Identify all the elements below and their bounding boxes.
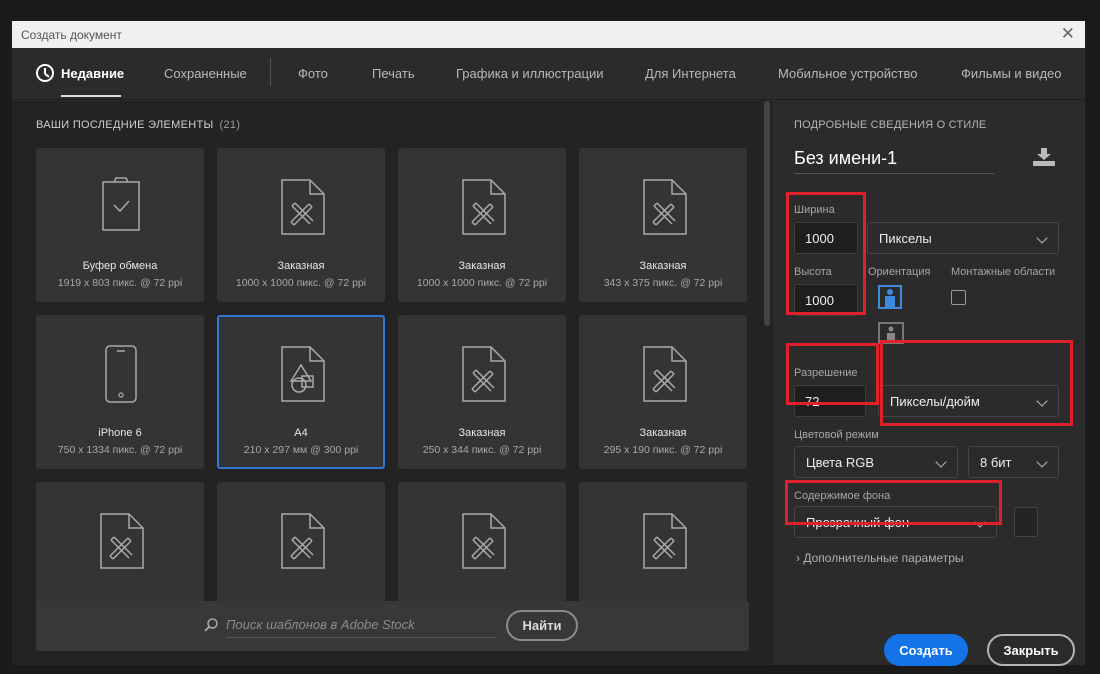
orientation-label: Ориентация	[868, 266, 931, 278]
preset-card-custom[interactable]: Заказная 1000 x 1000 пикс. @ 72 ppi	[398, 148, 566, 302]
clipboard-icon	[102, 177, 140, 231]
width-input[interactable]: 1000	[794, 222, 858, 254]
custom-doc-icon	[643, 179, 687, 235]
phone-icon	[105, 345, 137, 403]
width-label: Ширина	[794, 204, 835, 216]
unit-select[interactable]: Пикселы	[867, 222, 1059, 254]
find-button[interactable]: Найти	[506, 610, 578, 641]
color-mode-label: Цветовой режим	[794, 429, 879, 441]
chevron-right-icon: ›	[796, 551, 800, 565]
preset-card-custom[interactable]: Заказная 1000 x 1000 пикс. @ 72 ppi	[217, 148, 385, 302]
preset-meta: 250 x 344 пикс. @ 72 ppi	[422, 444, 542, 456]
resolution-label: Разрешение	[794, 367, 858, 379]
height-input[interactable]: 1000	[794, 284, 858, 316]
details-heading: ПОДРОБНЫЕ СВЕДЕНИЯ О СТИЛЕ	[794, 119, 987, 131]
chevron-down-icon	[974, 516, 986, 528]
title-bar: Создать документ ✕	[12, 21, 1085, 48]
tab-film-video[interactable]: Фильмы и видео	[961, 66, 1061, 81]
background-select[interactable]: Прозрачный фон	[794, 506, 997, 538]
resolution-input[interactable]: 72	[794, 385, 866, 417]
preset-tabs: Недавние Сохраненные Фото Печать Графика…	[12, 48, 1085, 100]
create-document-dialog: Создать документ ✕ Недавние Сохраненные …	[12, 21, 1085, 666]
chevron-down-icon	[935, 456, 947, 468]
custom-doc-icon	[281, 179, 325, 235]
custom-doc-icon	[643, 346, 687, 402]
chevron-down-icon	[1036, 456, 1048, 468]
preset-meta: 343 x 375 пикс. @ 72 ppi	[603, 277, 723, 289]
bit-depth-select[interactable]: 8 бит	[968, 446, 1059, 478]
tab-saved[interactable]: Сохраненные	[164, 66, 247, 81]
tab-mobile[interactable]: Мобильное устройство	[778, 66, 918, 81]
preset-meta: 1000 x 1000 пикс. @ 72 ppi	[235, 277, 367, 289]
preset-card-custom[interactable]: Заказная 295 x 190 пикс. @ 72 ppi	[579, 315, 747, 469]
preset-name: Буфер обмена	[82, 260, 158, 272]
preset-meta: 210 x 297 мм @ 300 ppi	[243, 444, 359, 456]
portrait-icon	[885, 289, 895, 307]
recent-heading: ВАШИ ПОСЛЕДНИЕ ЭЛЕМЕНТЫ (21)	[36, 119, 241, 131]
preset-meta: 1000 x 1000 пикс. @ 72 ppi	[416, 277, 548, 289]
portrait-orientation-button[interactable]	[878, 285, 902, 309]
landscape-orientation-button[interactable]	[878, 322, 904, 344]
preset-meta: 1919 x 803 пикс. @ 72 ppi	[57, 277, 183, 289]
clock-icon	[36, 64, 54, 82]
preset-card-iphone[interactable]: iPhone 6 750 x 1334 пикс. @ 72 ppi	[36, 315, 204, 469]
scrollbar[interactable]	[764, 101, 770, 326]
artboards-checkbox[interactable]	[951, 290, 966, 305]
landscape-icon	[887, 326, 895, 342]
tab-graphics[interactable]: Графика и иллюстрации	[456, 66, 603, 81]
advanced-options-toggle[interactable]: › Дополнительные параметры	[796, 551, 964, 565]
preset-meta: 750 x 1334 пикс. @ 72 ppi	[57, 444, 183, 456]
tab-web[interactable]: Для Интернета	[645, 66, 736, 81]
preset-details-panel: ПОДРОБНЫЕ СВЕДЕНИЯ О СТИЛЕ Без имени-1 Ш…	[774, 101, 1085, 666]
preset-name: Заказная	[639, 427, 687, 439]
chevron-down-icon	[1036, 232, 1048, 244]
create-button[interactable]: Создать	[884, 634, 968, 666]
resolution-unit-select[interactable]: Пикселы/дюйм	[878, 385, 1059, 417]
preset-card-custom[interactable]: Заказная 250 x 344 пикс. @ 72 ppi	[398, 315, 566, 469]
preset-card-custom[interactable]: Заказная 343 x 375 пикс. @ 72 ppi	[579, 148, 747, 302]
height-label: Высота	[794, 266, 832, 278]
preset-name: Заказная	[458, 260, 506, 272]
preset-meta: 295 x 190 пикс. @ 72 ppi	[603, 444, 723, 456]
custom-doc-icon	[643, 513, 687, 569]
tab-divider	[270, 58, 271, 86]
background-label: Содержимое фона	[794, 490, 891, 502]
background-color-swatch[interactable]	[1014, 507, 1038, 537]
tab-recent[interactable]: Недавние	[61, 66, 124, 81]
stock-search-bar: Найти	[36, 601, 749, 651]
preset-card-a4[interactable]: A4 210 x 297 мм @ 300 ppi	[217, 315, 385, 469]
custom-doc-icon	[462, 346, 506, 402]
shapes-doc-icon	[281, 346, 325, 402]
search-icon	[204, 618, 218, 632]
color-mode-select[interactable]: Цвета RGB	[794, 446, 958, 478]
close-button[interactable]: Закрыть	[987, 634, 1075, 666]
custom-doc-icon	[281, 513, 325, 569]
save-preset-icon[interactable]	[1032, 147, 1056, 167]
tab-print[interactable]: Печать	[372, 66, 415, 81]
active-tab-indicator	[61, 95, 121, 97]
close-icon[interactable]: ✕	[1061, 24, 1075, 44]
window-title: Создать документ	[21, 27, 122, 42]
preset-name: iPhone 6	[98, 427, 142, 439]
stock-search-input[interactable]	[226, 612, 496, 638]
preset-name: Заказная	[277, 260, 325, 272]
preset-name: Заказная	[458, 427, 506, 439]
preset-name: Заказная	[639, 260, 687, 272]
preset-card-clipboard[interactable]: Буфер обмена 1919 x 803 пикс. @ 72 ppi	[36, 148, 204, 302]
custom-doc-icon	[462, 513, 506, 569]
chevron-down-icon	[1036, 395, 1048, 407]
preset-name: A4	[294, 427, 308, 439]
custom-doc-icon	[100, 513, 144, 569]
custom-doc-icon	[462, 179, 506, 235]
document-name-field[interactable]: Без имени-1	[794, 148, 994, 174]
artboards-label: Монтажные области	[951, 266, 1056, 278]
recent-panel: ВАШИ ПОСЛЕДНИЕ ЭЛЕМЕНТЫ (21) Буфер обмена…	[12, 101, 773, 665]
tab-photo[interactable]: Фото	[298, 66, 328, 81]
